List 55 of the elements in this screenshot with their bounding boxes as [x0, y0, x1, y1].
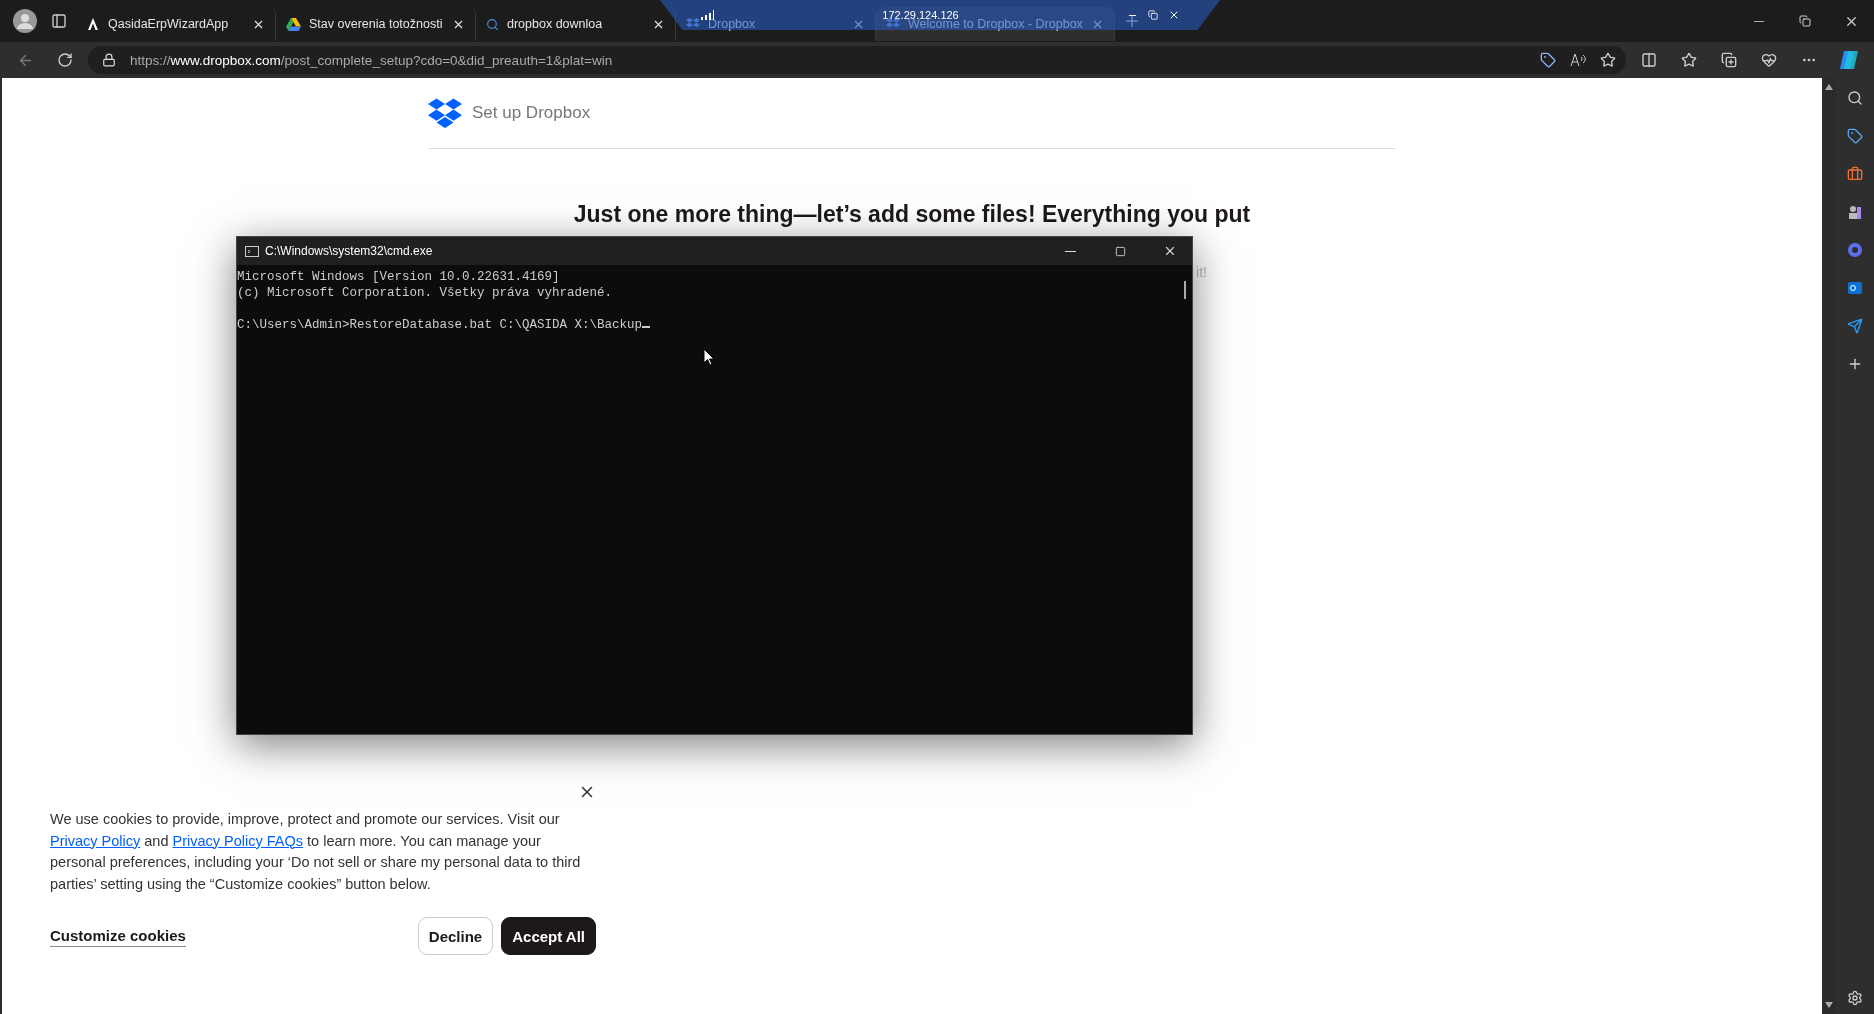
maximize-icon [1114, 245, 1126, 257]
copilot-logo-icon [1838, 49, 1860, 71]
close-icon[interactable] [1168, 9, 1180, 21]
dropbox-logo-icon [886, 18, 900, 30]
search-icon [1847, 90, 1863, 106]
scroll-up-icon[interactable] [1825, 84, 1833, 90]
scrollbar-thumb[interactable] [1184, 281, 1186, 299]
star-icon [1681, 52, 1697, 68]
address-bar[interactable]: https://www.dropbox.com/post_complete_setup?cdo=0&did_preauth=1&plat=win [88, 46, 1626, 74]
triangle-icon [286, 17, 301, 31]
subtitle-text: it! [1196, 264, 1207, 280]
split-screen-icon [1641, 52, 1657, 68]
browser-tab[interactable]: Stav overenia totožnosti [276, 7, 476, 41]
minimize-icon [1064, 250, 1076, 252]
tag-icon [1847, 128, 1863, 144]
tag-icon [1540, 52, 1556, 68]
terminal-icon [245, 245, 259, 257]
browser-tab[interactable]: dropbox downloa [476, 7, 676, 41]
paper-plane-icon [1847, 318, 1863, 334]
ring-logo-icon [1847, 242, 1863, 258]
console-output: Microsoft Windows [Version 10.0.22631.4169] (c) Microsoft Corporation. Všetky práva vyhradené. C:\Users\Admin>RestoreDatabase.bat C:\QASIDA X:\Backup [237, 269, 1178, 734]
minimize-icon [1754, 20, 1764, 22]
heart-pulse-icon [1761, 52, 1777, 68]
restore-icon [1799, 15, 1811, 27]
panel-icon [51, 13, 67, 29]
scroll-down-icon[interactable] [1825, 1002, 1833, 1008]
settings-icon [1847, 990, 1863, 1006]
collections-icon [1721, 52, 1737, 68]
decline-button[interactable]: Decline [417, 917, 494, 955]
page-brand-title: Set up Dropbox [472, 103, 591, 123]
console-title: C:\Windows\system32\cmd.exe [265, 244, 434, 258]
favorite-star-icon [1600, 52, 1616, 68]
page-heading: Just one more thing—let’s add some files! Everything you put [573, 201, 1251, 228]
accept-all-button[interactable]: Accept All [501, 917, 596, 955]
mail-app-icon [1847, 280, 1863, 296]
customize-cookies-button[interactable]: Customize cookies [50, 925, 186, 947]
letter-a-icon [86, 17, 100, 31]
mouse-pointer-icon [703, 348, 715, 366]
signal-icon [700, 10, 714, 20]
toolbox-icon [1847, 166, 1863, 182]
dropbox-logo-icon [428, 98, 462, 128]
search-icon [486, 17, 499, 31]
restore-icon[interactable] [1148, 10, 1158, 20]
privacy-policy-link[interactable]: Privacy Policy [50, 832, 141, 849]
url-text: https://www.dropbox.com/post_complete_setup?cdo=0&did_preauth=1&plat=win [130, 52, 614, 68]
plus-icon [1847, 356, 1863, 372]
chess-pieces-icon [1847, 204, 1863, 220]
lock-icon [102, 53, 116, 67]
close-icon [1163, 244, 1177, 258]
browser-tab[interactable]: QasidaErpWizardApp [76, 7, 276, 41]
refresh-icon [57, 52, 73, 68]
read-aloud-icon[interactable] [1570, 53, 1586, 67]
privacy-faq-link[interactable]: Privacy Policy FAQs [172, 832, 304, 849]
dropbox-logo-icon [686, 18, 700, 30]
cookie-notice-text: We use cookies to provide, improve, protect and promote our services. Visit our Privacy Policy and Privacy Policy FAQs to learn more. You can manage your personal preferences, including your ‘Do not sell or share my personal data to third parties’ setting using the “Customize cookies” button below. [50, 810, 582, 894]
